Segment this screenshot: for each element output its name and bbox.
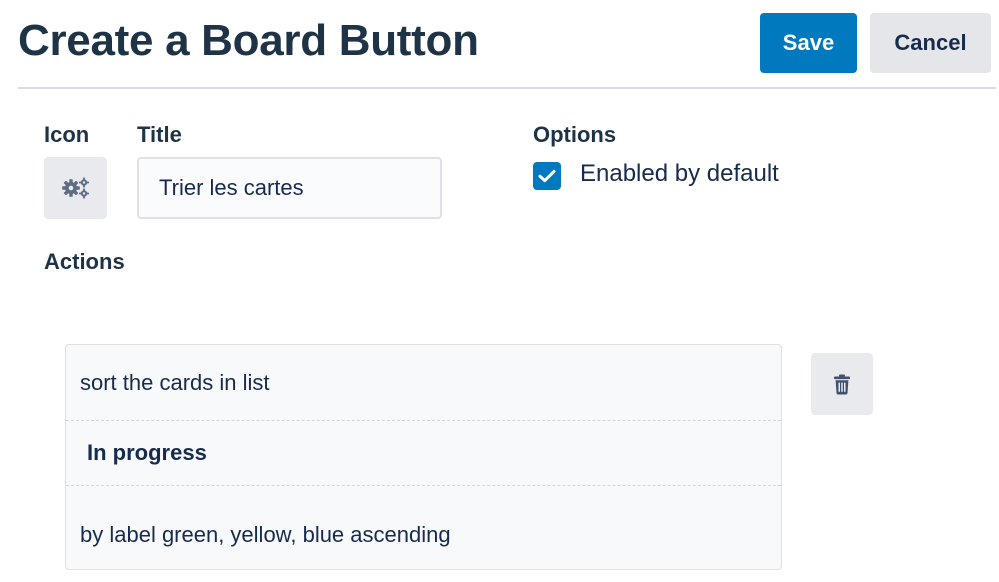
action-card: sort the cards in list In progress by la… <box>65 344 782 570</box>
title-input[interactable] <box>137 157 442 219</box>
enabled-by-default-option[interactable]: Enabled by default <box>533 158 779 190</box>
cancel-button[interactable]: Cancel <box>870 13 991 73</box>
gears-icon <box>61 177 89 199</box>
title-label: Title <box>137 122 182 147</box>
enabled-by-default-label: Enabled by default <box>580 160 779 187</box>
icon-label: Icon <box>44 122 90 147</box>
action-list-name[interactable]: In progress <box>66 421 781 486</box>
page-title: Create a Board Button <box>18 16 479 65</box>
actions-label: Actions <box>44 249 125 274</box>
trash-icon <box>834 374 850 394</box>
icon-picker-button[interactable] <box>44 157 107 219</box>
checkmark-icon <box>538 169 556 182</box>
action-line-sort: sort the cards in list <box>66 345 781 421</box>
options-label: Options <box>533 122 617 147</box>
action-line-sort-by[interactable]: by label green, yellow, blue ascending <box>66 486 781 570</box>
save-button[interactable]: Save <box>760 13 857 73</box>
delete-action-button[interactable] <box>811 353 873 415</box>
enabled-by-default-checkbox[interactable] <box>533 161 561 190</box>
header-divider <box>18 87 996 89</box>
